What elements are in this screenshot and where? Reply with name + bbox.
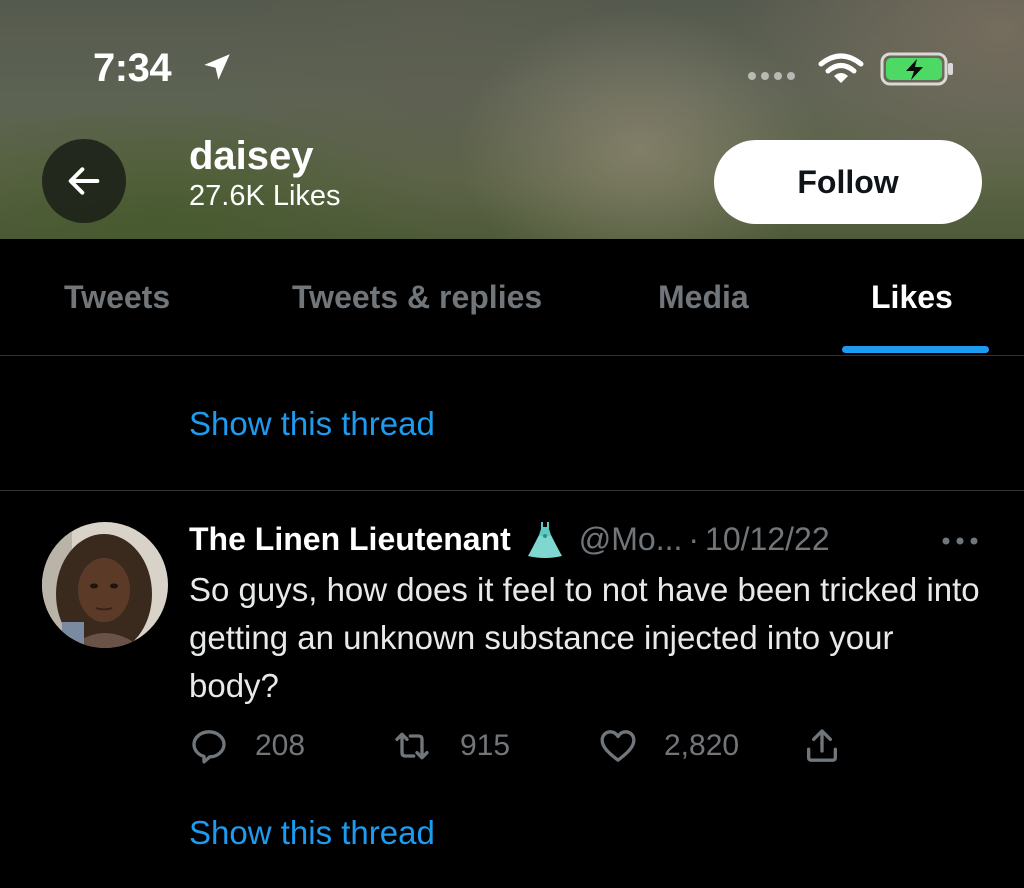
follow-button[interactable]: Follow [714, 140, 982, 224]
like-count: 2,820 [664, 729, 740, 762]
reply-count: 208 [255, 729, 306, 762]
share-icon [807, 729, 837, 762]
profile-tabs: Tweets Tweets & replies Media Likes [0, 239, 1024, 356]
show-thread-link[interactable]: Show this thread [189, 405, 435, 443]
avatar[interactable] [42, 522, 168, 648]
tab-tweets-and-replies[interactable]: Tweets & replies [292, 279, 542, 316]
retweet-count: 915 [460, 729, 511, 762]
location-arrow-icon [204, 54, 230, 80]
share-button[interactable] [802, 726, 842, 766]
author-name[interactable]: The Linen Lieutenant [189, 521, 511, 558]
active-tab-indicator [842, 346, 989, 353]
tweet-date[interactable]: 10/12/22 [705, 521, 830, 558]
reply-button[interactable]: 208 [189, 726, 305, 766]
cellular-signal-icon [748, 72, 795, 80]
reply-icon [192, 730, 226, 764]
wifi-icon [818, 53, 864, 83]
retweet-icon [395, 732, 429, 760]
tweet-text: So guys, how does it feel to not have be… [189, 571, 980, 704]
retweet-button[interactable]: 915 [392, 726, 510, 766]
back-button[interactable] [42, 139, 126, 223]
tweet-header: The Linen Lieutenant @Mo... · 10/12/22 [189, 519, 830, 559]
tab-likes[interactable]: Likes [871, 279, 953, 316]
heart-icon [600, 730, 636, 762]
tab-media[interactable]: Media [658, 279, 749, 316]
tab-tweets[interactable]: Tweets [64, 279, 170, 316]
back-arrow-icon [68, 167, 100, 195]
profile-name: daisey [189, 134, 314, 178]
author-handle[interactable]: @Mo... [579, 521, 683, 558]
tweet-divider [0, 490, 1024, 491]
like-button[interactable]: 2,820 [598, 726, 739, 766]
profile-likes-count: 27.6K Likes [189, 180, 341, 212]
separator-dot: · [688, 520, 700, 557]
dress-icon [527, 522, 562, 558]
profile-header: 7:34 daisey 27.6K Likes Follow [0, 0, 1024, 239]
status-time: 7:34 [93, 46, 172, 90]
show-thread-link[interactable]: Show this thread [189, 814, 435, 852]
battery-charging-icon [880, 52, 953, 86]
more-options-icon[interactable] [940, 534, 980, 548]
